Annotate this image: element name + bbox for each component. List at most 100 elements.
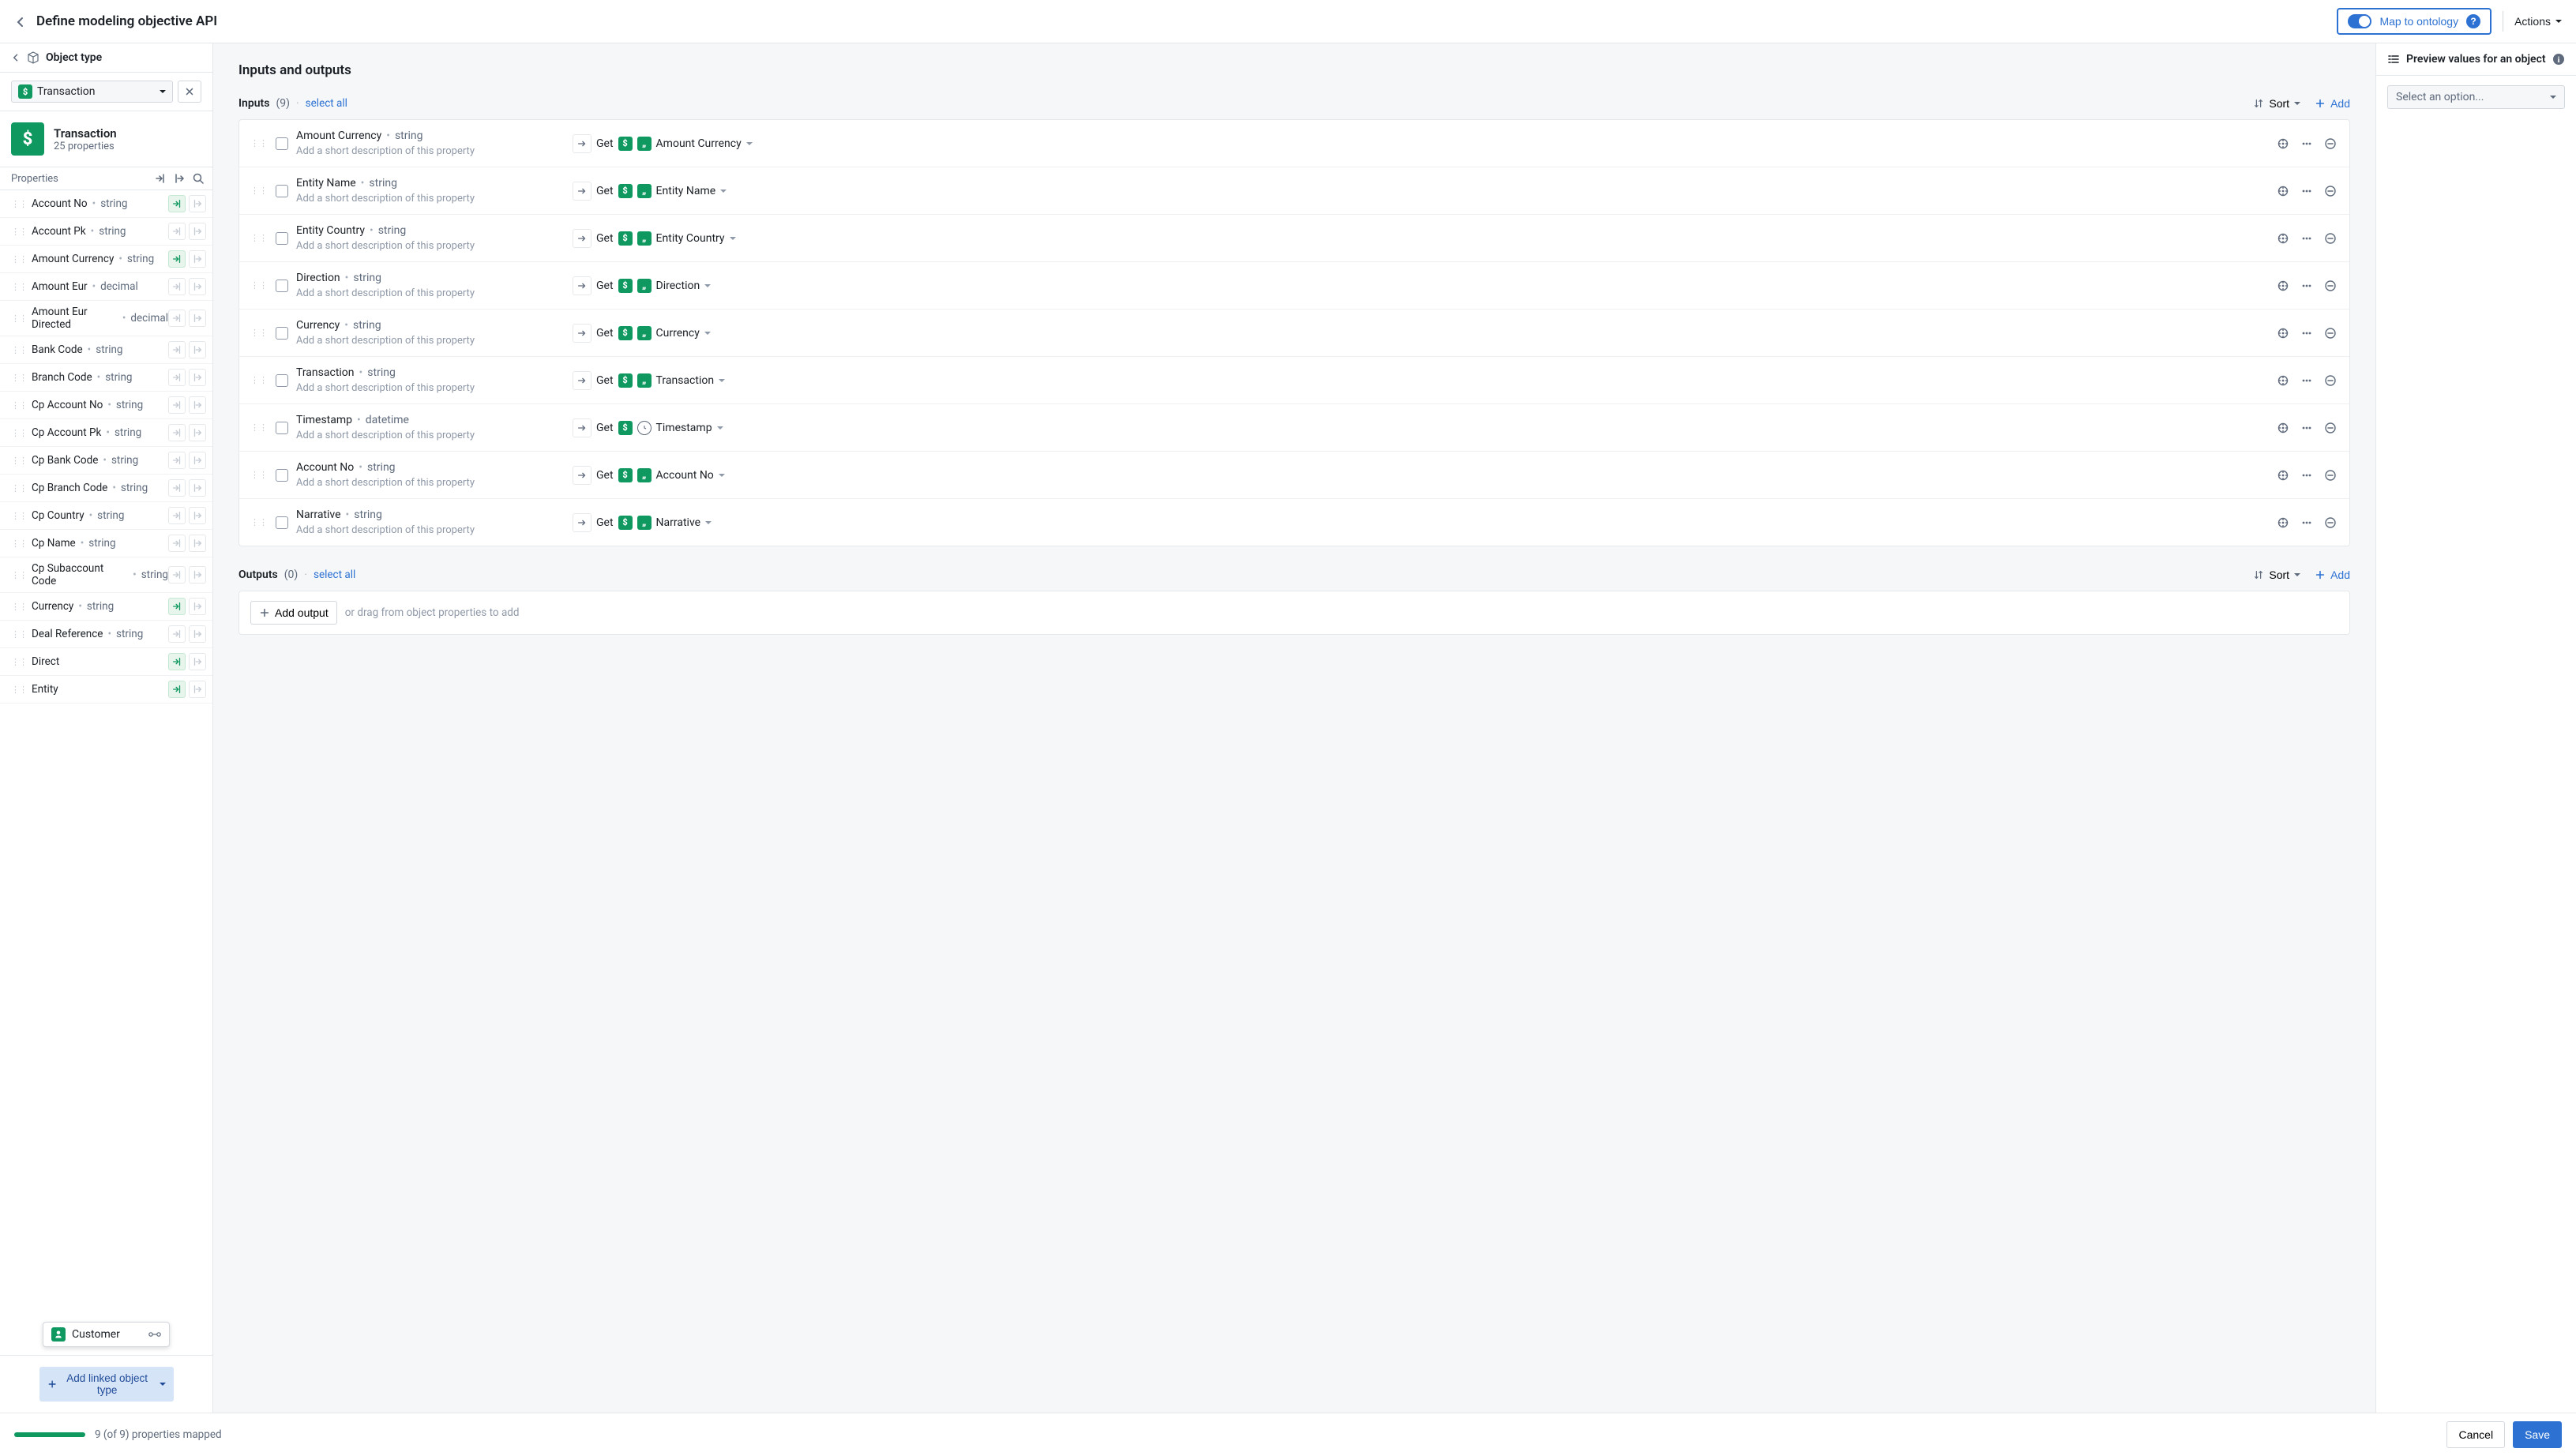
drag-handle-icon[interactable]: ⋮⋮ [250, 470, 268, 480]
search-icon[interactable] [192, 172, 205, 185]
input-toggle-icon[interactable] [168, 223, 186, 240]
remove-icon[interactable] [2323, 136, 2338, 152]
target-icon[interactable] [2275, 231, 2291, 246]
input-toggle-icon[interactable] [168, 535, 186, 552]
info-icon[interactable]: i [2552, 53, 2565, 66]
property-row[interactable]: ⋮⋮ Amount Currency • string [0, 246, 212, 273]
checkbox[interactable] [276, 422, 288, 434]
remove-icon[interactable] [2323, 231, 2338, 246]
checkbox[interactable] [276, 327, 288, 340]
checkbox[interactable] [276, 185, 288, 197]
output-toggle-icon[interactable] [189, 396, 206, 414]
sidebar-back-icon[interactable] [11, 53, 21, 62]
drag-handle-icon[interactable]: ⋮⋮ [11, 456, 27, 466]
sort-inputs-button[interactable]: Sort [2253, 97, 2300, 110]
input-toggle-icon[interactable] [168, 566, 186, 584]
input-toggle-icon[interactable] [168, 424, 186, 441]
input-toggle-icon[interactable] [168, 452, 186, 469]
property-row[interactable]: ⋮⋮ Cp Country • string [0, 502, 212, 530]
more-icon[interactable] [2299, 136, 2315, 152]
property-row[interactable]: ⋮⋮ Deal Reference • string [0, 621, 212, 648]
target-icon[interactable] [2275, 278, 2291, 294]
drag-handle-icon[interactable]: ⋮⋮ [11, 428, 27, 438]
input-toggle-icon[interactable] [168, 653, 186, 670]
drag-handle-icon[interactable]: ⋮⋮ [250, 422, 268, 433]
drag-handle-icon[interactable]: ⋮⋮ [11, 538, 27, 549]
add-linked-object-button[interactable]: Add linked object type [39, 1367, 174, 1402]
more-icon[interactable] [2299, 231, 2315, 246]
output-toggle-icon[interactable] [189, 507, 206, 524]
input-description-placeholder[interactable]: Add a short description of this property [296, 335, 565, 347]
drag-handle-icon[interactable]: ⋮⋮ [11, 629, 27, 640]
input-toggle-icon[interactable] [168, 507, 186, 524]
input-toggle-icon[interactable] [168, 625, 186, 643]
output-toggle-icon[interactable] [189, 566, 206, 584]
input-mapping[interactable]: Get $ „ Transaction [573, 371, 725, 390]
actions-button[interactable]: Actions [2514, 15, 2562, 28]
more-icon[interactable] [2299, 420, 2315, 436]
sort-outputs-button[interactable]: Sort [2253, 569, 2300, 581]
input-toggle-icon[interactable] [168, 250, 186, 268]
save-button[interactable]: Save [2513, 1421, 2562, 1448]
drag-handle-icon[interactable]: ⋮⋮ [250, 328, 268, 338]
input-mapping[interactable]: Get $ „ Narrative [573, 513, 712, 532]
drag-handle-icon[interactable]: ⋮⋮ [11, 254, 27, 265]
drag-handle-icon[interactable]: ⋮⋮ [11, 373, 27, 383]
preview-select[interactable]: Select an option... [2387, 85, 2565, 109]
output-toggle-icon[interactable] [189, 310, 206, 327]
property-row[interactable]: ⋮⋮ Currency • string [0, 593, 212, 621]
property-row[interactable]: ⋮⋮ Amount Eur • decimal [0, 273, 212, 301]
map-to-ontology-toggle[interactable]: Map to ontology ? [2337, 8, 2492, 35]
output-toggle-icon[interactable] [189, 424, 206, 441]
checkbox[interactable] [276, 516, 288, 529]
input-mapping[interactable]: Get $ „ Entity Country [573, 229, 736, 248]
more-icon[interactable] [2299, 325, 2315, 341]
output-toggle-icon[interactable] [189, 223, 206, 240]
target-icon[interactable] [2275, 420, 2291, 436]
remove-icon[interactable] [2323, 515, 2338, 531]
drag-handle-icon[interactable]: ⋮⋮ [11, 570, 27, 580]
target-icon[interactable] [2275, 515, 2291, 531]
output-toggle-icon[interactable] [189, 535, 206, 552]
output-toggle-icon[interactable] [189, 681, 206, 698]
more-icon[interactable] [2299, 373, 2315, 388]
drag-handle-icon[interactable]: ⋮⋮ [11, 345, 27, 355]
input-mapping[interactable]: Get $ „ Direction [573, 276, 711, 295]
checkbox[interactable] [276, 469, 288, 482]
output-toggle-icon[interactable] [189, 598, 206, 615]
remove-icon[interactable] [2323, 420, 2338, 436]
clear-object-button[interactable] [178, 81, 201, 103]
input-toggle-icon[interactable] [168, 479, 186, 497]
output-filter-icon[interactable] [173, 172, 186, 185]
remove-icon[interactable] [2323, 325, 2338, 341]
input-description-placeholder[interactable]: Add a short description of this property [296, 524, 565, 536]
customer-popup[interactable]: Customer [43, 1322, 170, 1347]
remove-icon[interactable] [2323, 183, 2338, 199]
drag-handle-icon[interactable]: ⋮⋮ [250, 186, 268, 196]
input-toggle-icon[interactable] [168, 310, 186, 327]
property-row[interactable]: ⋮⋮ Cp Bank Code • string [0, 447, 212, 475]
checkbox[interactable] [276, 232, 288, 245]
drag-handle-icon[interactable]: ⋮⋮ [11, 282, 27, 292]
object-select[interactable]: $ Transaction [11, 81, 173, 103]
input-mapping[interactable]: Get $ „ Currency [573, 324, 711, 343]
select-all-outputs[interactable]: select all [314, 569, 355, 581]
input-description-placeholder[interactable]: Add a short description of this property [296, 382, 565, 394]
add-output-button-header[interactable]: Add [2315, 569, 2350, 581]
input-mapping[interactable]: Get $ „ Entity Name [573, 182, 727, 201]
target-icon[interactable] [2275, 183, 2291, 199]
input-toggle-icon[interactable] [168, 396, 186, 414]
output-toggle-icon[interactable] [189, 278, 206, 295]
property-row[interactable]: ⋮⋮ Entity [0, 676, 212, 704]
output-toggle-icon[interactable] [189, 479, 206, 497]
drag-handle-icon[interactable]: ⋮⋮ [11, 313, 27, 324]
drag-handle-icon[interactable]: ⋮⋮ [11, 511, 27, 521]
checkbox[interactable] [276, 137, 288, 150]
remove-icon[interactable] [2323, 373, 2338, 388]
property-row[interactable]: ⋮⋮ Branch Code • string [0, 364, 212, 392]
drag-handle-icon[interactable]: ⋮⋮ [250, 233, 268, 243]
more-icon[interactable] [2299, 183, 2315, 199]
input-description-placeholder[interactable]: Add a short description of this property [296, 193, 565, 205]
target-icon[interactable] [2275, 373, 2291, 388]
output-toggle-icon[interactable] [189, 341, 206, 358]
